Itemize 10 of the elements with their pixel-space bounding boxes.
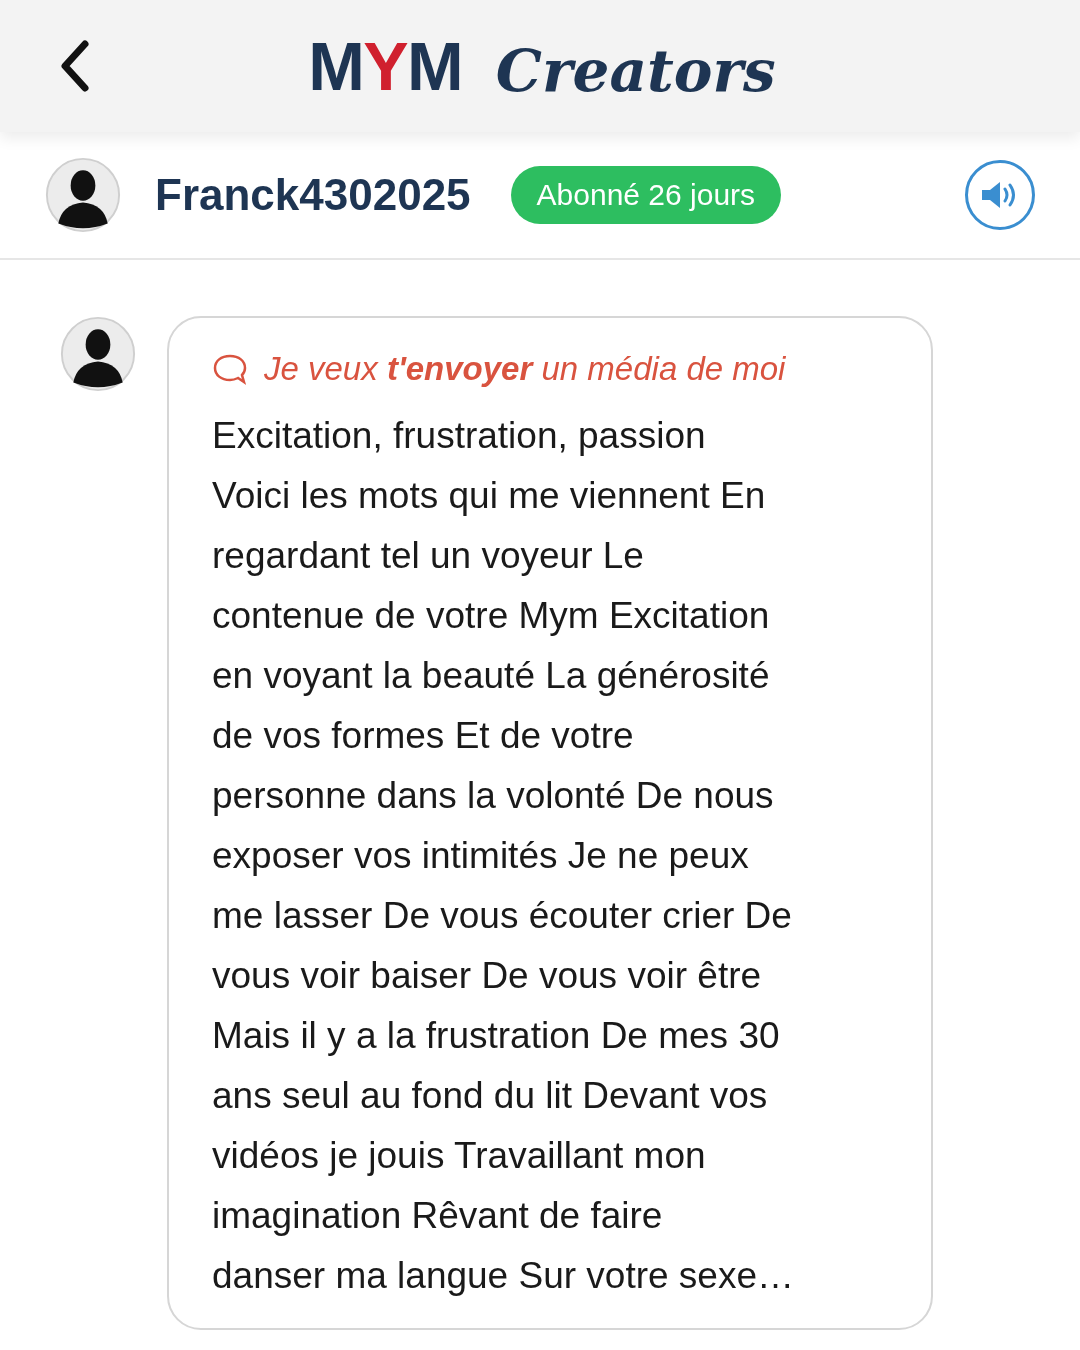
sound-button[interactable] [965, 160, 1035, 230]
message-text: Excitation, frustration, passion Voici les mots qui me viennent En regardant tel un voyeur Le contenue de votre Mym Excitation en voyant la beauté La générosité de vos formes Et de votre personne dans la volonté De nous exposer vos intimités Je ne peux me lasser De vous écouter crier De vous voir baiser De vous voir être Mais il y a la frustration De mes 30 ans seul au fond du lit Devant vos vidéos je jouis Travaillant mon imagination Rêvant de faire danser ma langue Sur votre sexe… [212, 413, 796, 1298]
logo-subtitle: Creators [495, 42, 776, 100]
username: Franck4302025 [155, 169, 471, 221]
avatar-silhouette-icon [60, 316, 136, 392]
chat-bubble-icon [212, 352, 248, 385]
avatar-silhouette-icon [45, 157, 121, 233]
subscription-badge: Abonné 26 jours [510, 166, 782, 224]
message-title: Je veux t'envoyer un média de moi [264, 349, 786, 389]
logo-text: MYM [308, 32, 462, 100]
